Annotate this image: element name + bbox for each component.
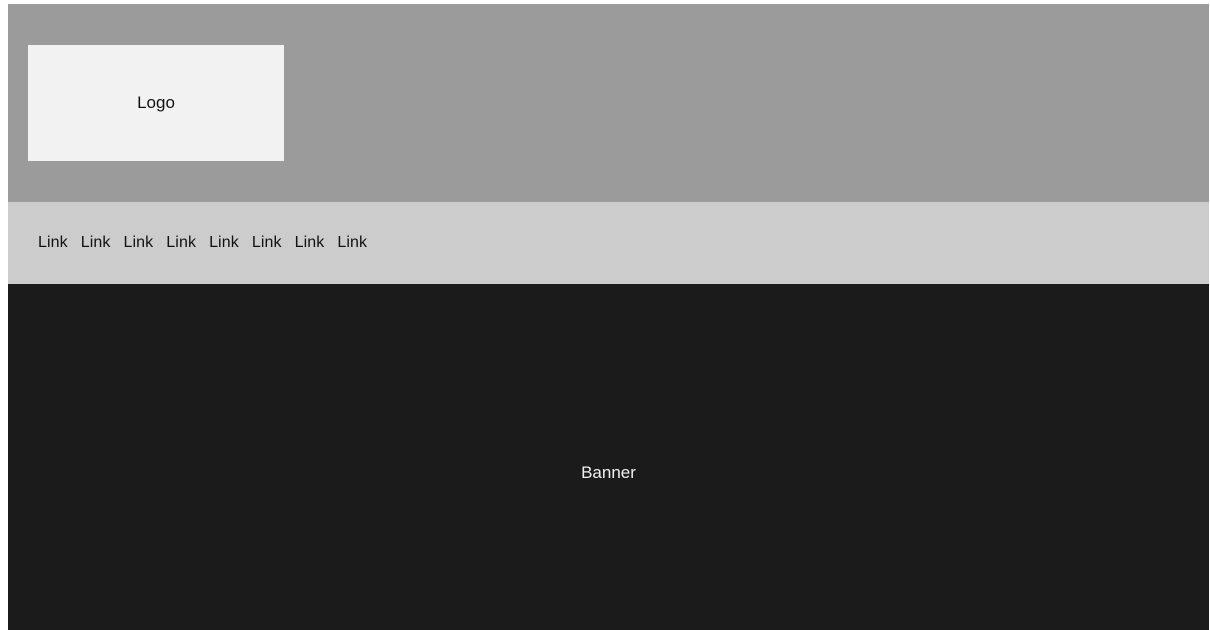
nav-link-2[interactable]: Link <box>81 234 111 252</box>
logo[interactable]: Logo <box>28 45 284 161</box>
nav-link-5[interactable]: Link <box>209 234 239 252</box>
nav-link-4[interactable]: Link <box>166 234 196 252</box>
nav-link-1[interactable]: Link <box>38 234 68 252</box>
page-frame: Logo Link Link Link Link Link Link Link … <box>8 4 1209 630</box>
site-header: Logo <box>8 4 1209 202</box>
nav-link-6[interactable]: Link <box>252 234 282 252</box>
banner-label: Banner <box>581 463 636 482</box>
nav-link-8[interactable]: Link <box>337 234 367 252</box>
main-nav: Link Link Link Link Link Link Link Link <box>8 202 1209 284</box>
logo-label: Logo <box>137 93 175 112</box>
nav-link-3[interactable]: Link <box>124 234 154 252</box>
hero-banner: Banner <box>8 284 1209 630</box>
nav-link-7[interactable]: Link <box>295 234 325 252</box>
